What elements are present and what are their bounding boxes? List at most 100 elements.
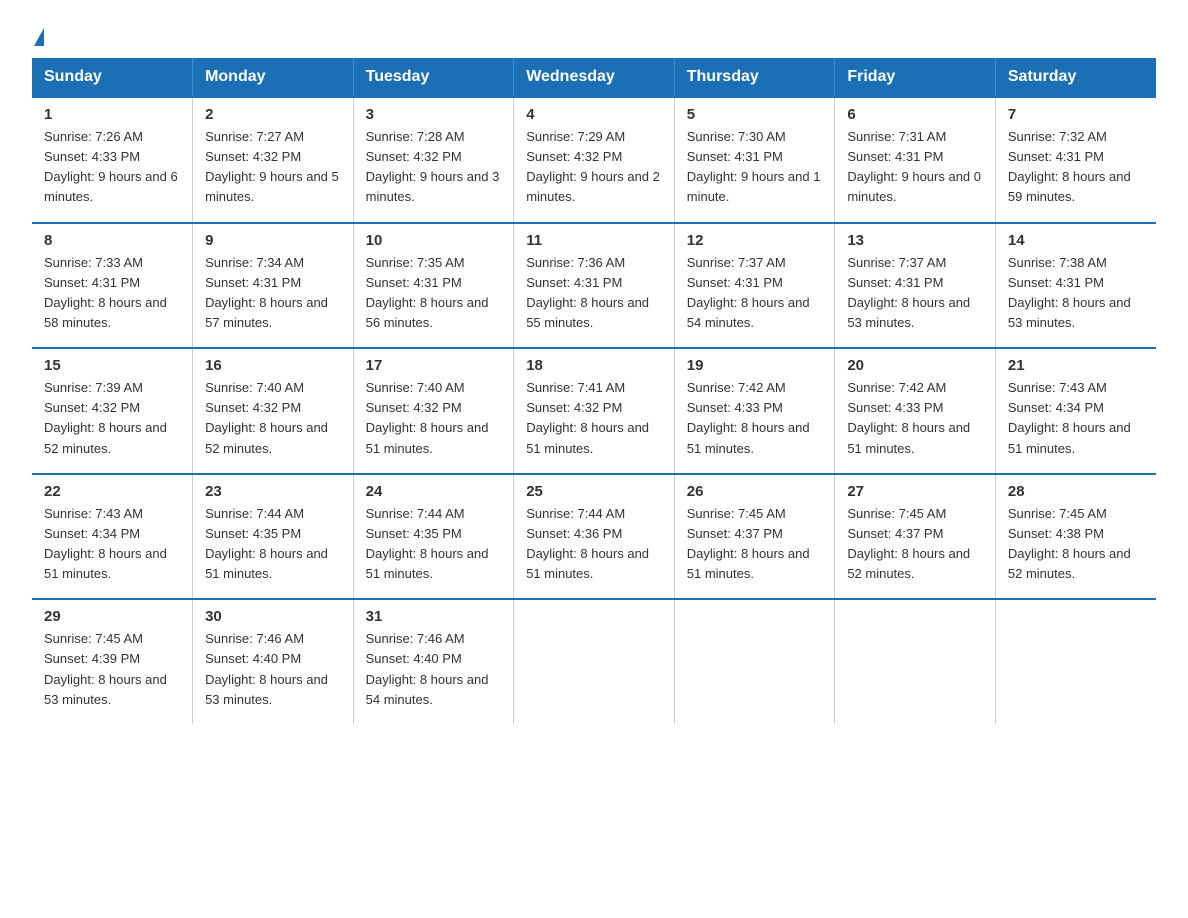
day-info: Sunrise: 7:29 AMSunset: 4:32 PMDaylight:… [526, 127, 662, 208]
day-number: 12 [687, 232, 823, 249]
day-number: 11 [526, 232, 662, 249]
calendar-cell: 2 Sunrise: 7:27 AMSunset: 4:32 PMDayligh… [193, 97, 354, 223]
calendar-cell: 5 Sunrise: 7:30 AMSunset: 4:31 PMDayligh… [674, 97, 835, 223]
day-number: 6 [847, 106, 983, 123]
day-info: Sunrise: 7:44 AMSunset: 4:36 PMDaylight:… [526, 504, 662, 585]
day-info: Sunrise: 7:46 AMSunset: 4:40 PMDaylight:… [366, 629, 502, 710]
calendar-cell: 1 Sunrise: 7:26 AMSunset: 4:33 PMDayligh… [32, 97, 193, 223]
day-info: Sunrise: 7:28 AMSunset: 4:32 PMDaylight:… [366, 127, 502, 208]
header-saturday: Saturday [995, 58, 1156, 97]
day-number: 29 [44, 608, 180, 625]
day-number: 19 [687, 357, 823, 374]
calendar-cell: 28 Sunrise: 7:45 AMSunset: 4:38 PMDaylig… [995, 474, 1156, 600]
day-info: Sunrise: 7:45 AMSunset: 4:39 PMDaylight:… [44, 629, 180, 710]
header-monday: Monday [193, 58, 354, 97]
day-number: 16 [205, 357, 341, 374]
day-info: Sunrise: 7:36 AMSunset: 4:31 PMDaylight:… [526, 253, 662, 334]
day-info: Sunrise: 7:43 AMSunset: 4:34 PMDaylight:… [44, 504, 180, 585]
calendar-cell: 12 Sunrise: 7:37 AMSunset: 4:31 PMDaylig… [674, 223, 835, 349]
day-info: Sunrise: 7:30 AMSunset: 4:31 PMDaylight:… [687, 127, 823, 208]
day-number: 24 [366, 483, 502, 500]
calendar-week-row: 22 Sunrise: 7:43 AMSunset: 4:34 PMDaylig… [32, 474, 1156, 600]
day-info: Sunrise: 7:40 AMSunset: 4:32 PMDaylight:… [366, 378, 502, 459]
calendar-cell: 8 Sunrise: 7:33 AMSunset: 4:31 PMDayligh… [32, 223, 193, 349]
calendar-cell: 29 Sunrise: 7:45 AMSunset: 4:39 PMDaylig… [32, 599, 193, 724]
day-info: Sunrise: 7:43 AMSunset: 4:34 PMDaylight:… [1008, 378, 1144, 459]
day-info: Sunrise: 7:38 AMSunset: 4:31 PMDaylight:… [1008, 253, 1144, 334]
day-number: 27 [847, 483, 983, 500]
calendar-cell: 27 Sunrise: 7:45 AMSunset: 4:37 PMDaylig… [835, 474, 996, 600]
day-info: Sunrise: 7:33 AMSunset: 4:31 PMDaylight:… [44, 253, 180, 334]
day-info: Sunrise: 7:45 AMSunset: 4:37 PMDaylight:… [687, 504, 823, 585]
day-info: Sunrise: 7:26 AMSunset: 4:33 PMDaylight:… [44, 127, 180, 208]
day-info: Sunrise: 7:41 AMSunset: 4:32 PMDaylight:… [526, 378, 662, 459]
day-number: 5 [687, 106, 823, 123]
day-number: 9 [205, 232, 341, 249]
calendar-cell: 23 Sunrise: 7:44 AMSunset: 4:35 PMDaylig… [193, 474, 354, 600]
day-number: 23 [205, 483, 341, 500]
day-number: 4 [526, 106, 662, 123]
day-number: 17 [366, 357, 502, 374]
day-info: Sunrise: 7:37 AMSunset: 4:31 PMDaylight:… [847, 253, 983, 334]
day-info: Sunrise: 7:42 AMSunset: 4:33 PMDaylight:… [847, 378, 983, 459]
day-number: 15 [44, 357, 180, 374]
calendar-cell: 6 Sunrise: 7:31 AMSunset: 4:31 PMDayligh… [835, 97, 996, 223]
calendar-week-row: 29 Sunrise: 7:45 AMSunset: 4:39 PMDaylig… [32, 599, 1156, 724]
day-number: 13 [847, 232, 983, 249]
day-number: 20 [847, 357, 983, 374]
calendar-cell: 14 Sunrise: 7:38 AMSunset: 4:31 PMDaylig… [995, 223, 1156, 349]
calendar-cell: 31 Sunrise: 7:46 AMSunset: 4:40 PMDaylig… [353, 599, 514, 724]
calendar-cell: 25 Sunrise: 7:44 AMSunset: 4:36 PMDaylig… [514, 474, 675, 600]
day-info: Sunrise: 7:39 AMSunset: 4:32 PMDaylight:… [44, 378, 180, 459]
calendar-cell: 16 Sunrise: 7:40 AMSunset: 4:32 PMDaylig… [193, 348, 354, 474]
day-number: 7 [1008, 106, 1144, 123]
calendar-cell [674, 599, 835, 724]
calendar-week-row: 15 Sunrise: 7:39 AMSunset: 4:32 PMDaylig… [32, 348, 1156, 474]
calendar-cell: 19 Sunrise: 7:42 AMSunset: 4:33 PMDaylig… [674, 348, 835, 474]
header-sunday: Sunday [32, 58, 193, 97]
header-friday: Friday [835, 58, 996, 97]
day-info: Sunrise: 7:40 AMSunset: 4:32 PMDaylight:… [205, 378, 341, 459]
calendar-cell: 21 Sunrise: 7:43 AMSunset: 4:34 PMDaylig… [995, 348, 1156, 474]
day-number: 26 [687, 483, 823, 500]
day-number: 21 [1008, 357, 1144, 374]
day-info: Sunrise: 7:35 AMSunset: 4:31 PMDaylight:… [366, 253, 502, 334]
calendar-table: SundayMondayTuesdayWednesdayThursdayFrid… [32, 58, 1156, 724]
calendar-cell: 22 Sunrise: 7:43 AMSunset: 4:34 PMDaylig… [32, 474, 193, 600]
calendar-cell: 3 Sunrise: 7:28 AMSunset: 4:32 PMDayligh… [353, 97, 514, 223]
logo [32, 24, 44, 42]
calendar-cell: 18 Sunrise: 7:41 AMSunset: 4:32 PMDaylig… [514, 348, 675, 474]
day-info: Sunrise: 7:27 AMSunset: 4:32 PMDaylight:… [205, 127, 341, 208]
day-number: 2 [205, 106, 341, 123]
calendar-cell: 26 Sunrise: 7:45 AMSunset: 4:37 PMDaylig… [674, 474, 835, 600]
day-info: Sunrise: 7:31 AMSunset: 4:31 PMDaylight:… [847, 127, 983, 208]
header-tuesday: Tuesday [353, 58, 514, 97]
calendar-cell: 20 Sunrise: 7:42 AMSunset: 4:33 PMDaylig… [835, 348, 996, 474]
calendar-cell: 9 Sunrise: 7:34 AMSunset: 4:31 PMDayligh… [193, 223, 354, 349]
calendar-cell [514, 599, 675, 724]
calendar-cell [995, 599, 1156, 724]
day-number: 30 [205, 608, 341, 625]
page-header [32, 24, 1156, 42]
day-info: Sunrise: 7:45 AMSunset: 4:37 PMDaylight:… [847, 504, 983, 585]
calendar-header-row: SundayMondayTuesdayWednesdayThursdayFrid… [32, 58, 1156, 97]
calendar-cell: 4 Sunrise: 7:29 AMSunset: 4:32 PMDayligh… [514, 97, 675, 223]
day-info: Sunrise: 7:46 AMSunset: 4:40 PMDaylight:… [205, 629, 341, 710]
day-number: 22 [44, 483, 180, 500]
day-info: Sunrise: 7:44 AMSunset: 4:35 PMDaylight:… [205, 504, 341, 585]
day-info: Sunrise: 7:44 AMSunset: 4:35 PMDaylight:… [366, 504, 502, 585]
day-number: 25 [526, 483, 662, 500]
calendar-week-row: 8 Sunrise: 7:33 AMSunset: 4:31 PMDayligh… [32, 223, 1156, 349]
day-number: 31 [366, 608, 502, 625]
calendar-cell: 30 Sunrise: 7:46 AMSunset: 4:40 PMDaylig… [193, 599, 354, 724]
day-number: 28 [1008, 483, 1144, 500]
calendar-cell: 24 Sunrise: 7:44 AMSunset: 4:35 PMDaylig… [353, 474, 514, 600]
calendar-cell: 15 Sunrise: 7:39 AMSunset: 4:32 PMDaylig… [32, 348, 193, 474]
calendar-cell: 13 Sunrise: 7:37 AMSunset: 4:31 PMDaylig… [835, 223, 996, 349]
day-number: 8 [44, 232, 180, 249]
day-info: Sunrise: 7:32 AMSunset: 4:31 PMDaylight:… [1008, 127, 1144, 208]
calendar-cell: 10 Sunrise: 7:35 AMSunset: 4:31 PMDaylig… [353, 223, 514, 349]
day-number: 18 [526, 357, 662, 374]
header-wednesday: Wednesday [514, 58, 675, 97]
calendar-cell [835, 599, 996, 724]
